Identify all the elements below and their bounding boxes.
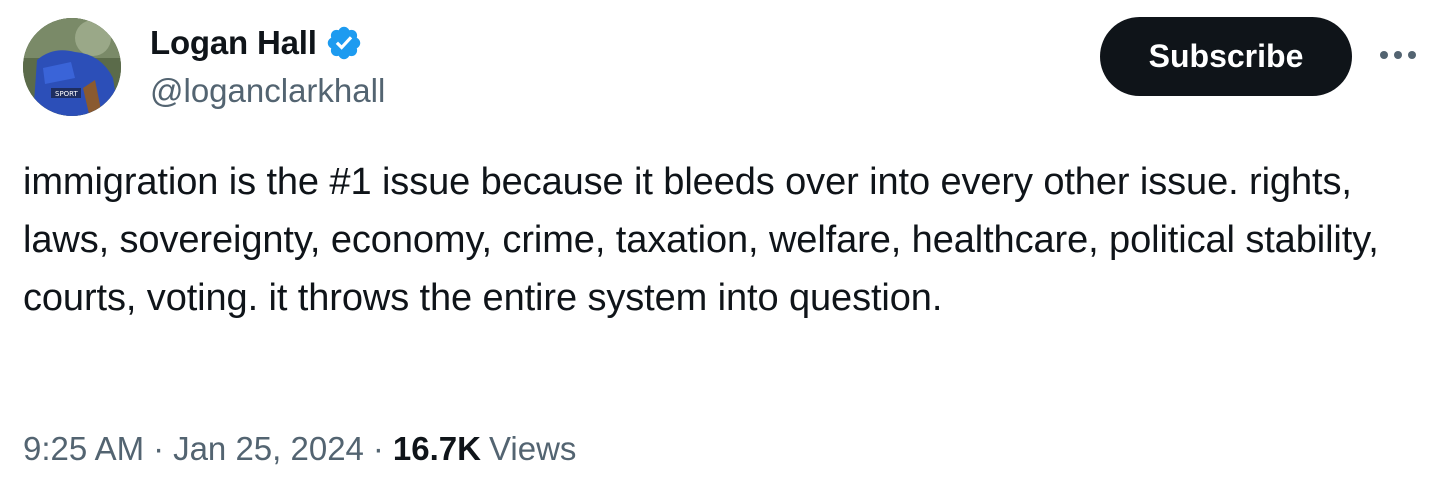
tweet-meta: 9:25 AM · Jan 25, 2024 · 16.7K Views <box>23 430 576 468</box>
tweet-date[interactable]: Jan 25, 2024 <box>173 430 364 468</box>
subscribe-button[interactable]: Subscribe <box>1100 17 1352 96</box>
more-horizontal-icon[interactable] <box>1376 40 1420 70</box>
name-row: Logan Hall <box>150 22 363 64</box>
svg-text:SPORT: SPORT <box>55 90 79 98</box>
verified-badge-icon[interactable] <box>325 24 363 62</box>
display-name[interactable]: Logan Hall <box>150 24 317 62</box>
tweet-text: immigration is the #1 issue because it b… <box>23 161 1379 319</box>
meta-separator: · <box>153 430 165 467</box>
views-label: Views <box>488 430 577 467</box>
avatar[interactable]: SPORT <box>23 18 121 116</box>
tweet-card: SPORT Logan Hall @loganclarkhall Subscri… <box>0 0 1456 487</box>
avatar-image: SPORT <box>23 18 121 116</box>
meta-separator: · <box>372 430 384 467</box>
tweet-time[interactable]: 9:25 AM <box>23 430 144 468</box>
views-count: 16.7K <box>392 430 481 467</box>
user-handle[interactable]: @loganclarkhall <box>150 72 385 110</box>
